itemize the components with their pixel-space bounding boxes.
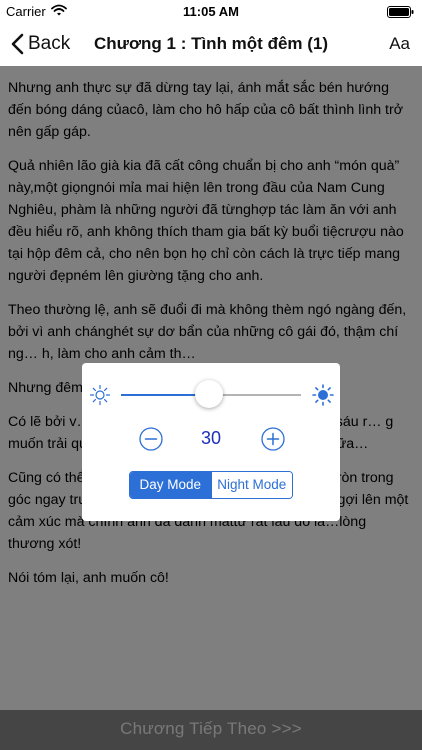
night-mode-button[interactable]: Night Mode [210, 472, 292, 498]
back-label: Back [28, 33, 71, 54]
increase-font-button[interactable] [261, 427, 285, 451]
chevron-left-icon [11, 33, 24, 55]
brightness-slider-thumb[interactable] [195, 380, 224, 408]
font-size-value: 30 [200, 428, 222, 448]
brightness-slider[interactable] [121, 380, 301, 408]
back-button[interactable]: Back [10, 31, 70, 57]
theme-mode-segmented-control: Day Mode Night Mode [129, 471, 293, 499]
chapter-title: Chương 1 : Tình một đêm (1) [93, 34, 329, 53]
navigation-bar: Back Chương 1 : Tình một đêm (1) Aa [0, 22, 422, 66]
status-bar: Carrier 11:05 AM [0, 0, 422, 22]
clock: 11:05 AM [183, 4, 239, 19]
sun-small-icon [89, 384, 111, 406]
day-mode-button[interactable]: Day Mode [130, 472, 211, 498]
sun-large-icon [312, 384, 334, 406]
decrease-font-button[interactable] [139, 427, 163, 451]
battery-icon [387, 6, 414, 18]
font-settings-button[interactable]: Aa [389, 34, 410, 54]
reading-settings-popup: 30 Day Mode Night Mode [82, 363, 340, 521]
